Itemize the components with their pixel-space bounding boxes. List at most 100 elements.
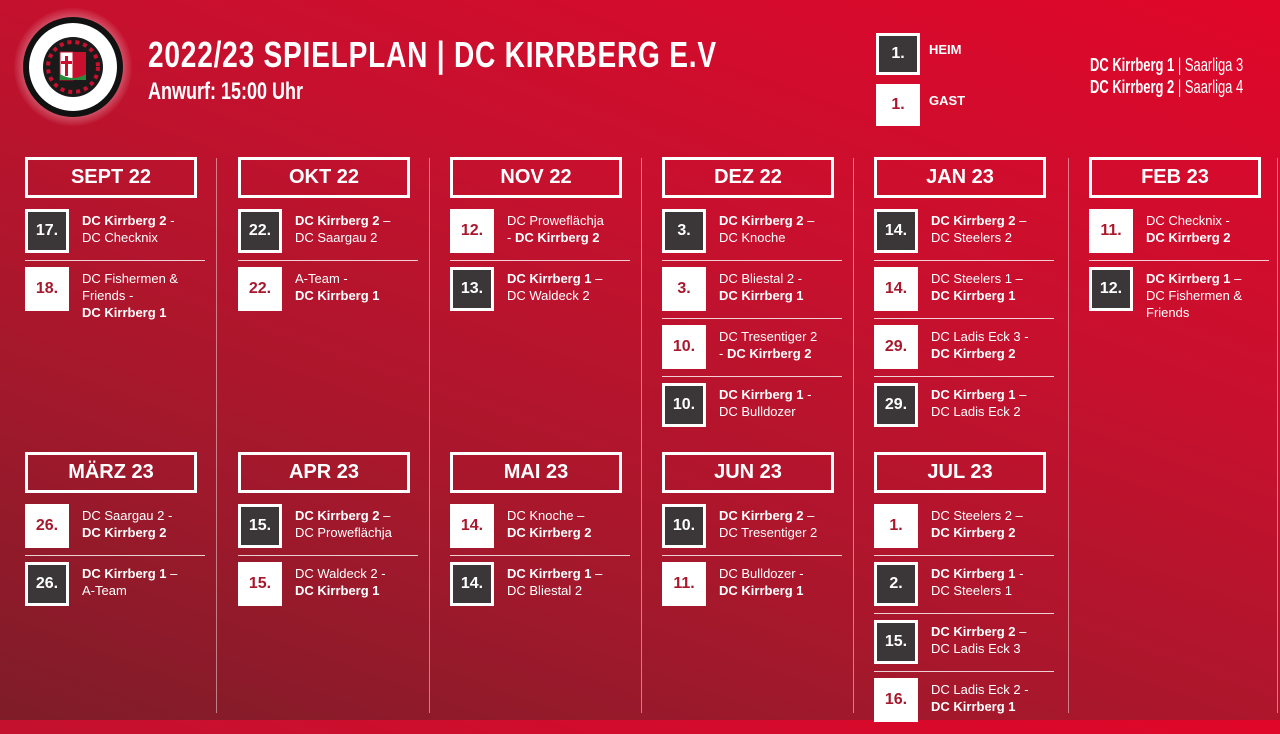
match-item: 14. DC Knoche – DC Kirrberg 2 — [450, 503, 630, 556]
column-divider — [429, 158, 430, 713]
month-header: JUL 23 — [874, 452, 1046, 493]
match-item: 11. DC Checknix - DC Kirrberg 2 — [1089, 208, 1269, 261]
kirrberg-team: DC Kirrberg 2 — [931, 346, 1016, 361]
team-text: Friends — [1146, 305, 1190, 320]
month-column: JUL 23 1. DC Steelers 2 – DC Kirrberg 2 2. DC… — [874, 452, 1054, 734]
legend-away: 1. GAST — [876, 84, 965, 126]
kirrberg-team: DC Kirrberg 1 — [82, 566, 167, 581]
match-line: DC Steelers 1 — [931, 582, 1023, 599]
home-date-box: 13. — [450, 267, 494, 311]
match-teams: DC Kirrberg 1 - DC Bulldozer — [719, 386, 811, 420]
match-item: 13. DC Kirrberg 1 – DC Waldeck 2 — [450, 266, 630, 318]
match-teams: DC Knoche – DC Kirrberg 2 — [507, 507, 592, 541]
match-line: DC Kirrberg 2 – — [295, 212, 390, 229]
match-teams: DC Steelers 2 – DC Kirrberg 2 — [931, 507, 1023, 541]
away-date-box: 16. — [874, 678, 918, 722]
team-entry: DC Kirrberg 1 | Saarliga 3 — [1090, 54, 1243, 76]
column-divider — [216, 158, 217, 713]
team-text: – — [803, 213, 815, 228]
match-teams: DC Kirrberg 1 – DC Waldeck 2 — [507, 270, 602, 304]
match-item: 2. DC Kirrberg 1 - DC Steelers 1 — [874, 561, 1054, 614]
match-item: 16. DC Ladis Eck 2 - DC Kirrberg 1 — [874, 677, 1054, 729]
team-text: DC Ladis Eck 3 - — [931, 329, 1029, 344]
kirrberg-team: DC Kirrberg 1 — [295, 288, 380, 303]
match-item: 15. DC Waldeck 2 - DC Kirrberg 1 — [238, 561, 418, 613]
legend-home-label: HEIM — [929, 41, 962, 57]
match-item: 15. DC Kirrberg 2 – DC Proweflächja — [238, 503, 418, 556]
match-item: 14. DC Steelers 1 – DC Kirrberg 1 — [874, 266, 1054, 319]
match-line: DC Kirrberg 2 — [507, 524, 592, 541]
away-date-box: 10. — [662, 325, 706, 369]
kirrberg-team: DC Kirrberg 2 — [507, 525, 592, 540]
team-text: – — [379, 508, 391, 523]
match-line: DC Kirrberg 1 - — [931, 565, 1023, 582]
column-divider — [1068, 158, 1069, 713]
month-header: SEPT 22 — [25, 157, 197, 198]
page-title: 2022/23 SPIELPLAN | DC KIRRBERG E.V — [148, 34, 717, 75]
home-date-box: 22. — [238, 209, 282, 253]
match-item: 15. DC Kirrberg 2 – DC Ladis Eck 3 — [874, 619, 1054, 672]
match-line: DC Kirrberg 1 — [931, 698, 1029, 715]
away-date-box: 12. — [450, 209, 494, 253]
month-header: MAI 23 — [450, 452, 622, 493]
team-text: DC Checknix - — [1146, 213, 1230, 228]
team-text: DC Proweflächja — [295, 525, 392, 540]
match-line: DC Fishermen & — [1146, 287, 1242, 304]
team-text: – — [1015, 213, 1027, 228]
match-item: 3. DC Bliestal 2 - DC Kirrberg 1 — [662, 266, 842, 319]
match-item: 3. DC Kirrberg 2 – DC Knoche — [662, 208, 842, 261]
match-teams: DC Saargau 2 - DC Kirrberg 2 — [82, 507, 172, 541]
team-text: DC Steelers 1 — [931, 583, 1012, 598]
match-teams: DC Fishermen & Friends - DC Kirrberg 1 — [82, 270, 178, 321]
match-line: DC Kirrberg 2 – — [931, 212, 1026, 229]
kickoff-time: Anwurf: 15:00 Uhr — [148, 78, 304, 105]
away-date-box: 18. — [25, 267, 69, 311]
match-teams: DC Waldeck 2 - DC Kirrberg 1 — [295, 565, 386, 599]
match-line: Friends - — [82, 287, 178, 304]
team-text: DC Tresentiger 2 — [719, 329, 818, 344]
kirrberg-team: DC Kirrberg 2 — [931, 525, 1016, 540]
home-date-box: 10. — [662, 504, 706, 548]
away-date-box: 26. — [25, 504, 69, 548]
kirrberg-team: DC Kirrberg 2 — [719, 508, 804, 523]
team-text: DC Waldeck 2 - — [295, 566, 386, 581]
team-text: - — [803, 387, 812, 402]
match-line: DC Kirrberg 1 — [719, 287, 804, 304]
team-text: DC Bliestal 2 - — [719, 271, 803, 286]
home-date-box: 2. — [874, 562, 918, 606]
column-divider — [641, 158, 642, 713]
month-column: APR 23 15. DC Kirrberg 2 – DC Proweflächja 1… — [238, 452, 418, 618]
match-line: DC Kirrberg 1 – — [1146, 270, 1242, 287]
home-date-box: 29. — [874, 383, 918, 427]
match-teams: DC Steelers 1 – DC Kirrberg 1 — [931, 270, 1023, 304]
match-line: DC Proweflächja — [295, 524, 392, 541]
match-teams: DC Kirrberg 1 – DC Fishermen & Friends — [1146, 270, 1242, 321]
team-text: DC Bliestal 2 — [507, 583, 583, 598]
team-text: - — [719, 346, 727, 361]
team-text: - — [166, 213, 175, 228]
match-item: 12. DC Proweflächja - DC Kirrberg 2 — [450, 208, 630, 261]
kirrberg-team: DC Kirrberg 1 — [295, 583, 380, 598]
home-date-box: 15. — [238, 504, 282, 548]
column-divider — [1277, 158, 1278, 713]
kirrberg-team: DC Kirrberg 2 — [931, 213, 1016, 228]
match-teams: DC Kirrberg 2 – DC Ladis Eck 3 — [931, 623, 1026, 657]
away-date-box: 1. — [874, 504, 918, 548]
team-text: – — [591, 271, 603, 286]
home-date-box: 12. — [1089, 267, 1133, 311]
month-column: DEZ 22 3. DC Kirrberg 2 – DC Knoche 3. DC Bli… — [662, 157, 842, 439]
match-line: DC Ladis Eck 2 - — [931, 681, 1029, 698]
match-line: DC Kirrberg 1 - — [719, 386, 811, 403]
kirrberg-team: DC Kirrberg 2 — [82, 525, 167, 540]
match-line: DC Checknix - — [1146, 212, 1231, 229]
match-item: 29. DC Kirrberg 1 – DC Ladis Eck 2 — [874, 382, 1054, 434]
team-text: – — [1230, 271, 1242, 286]
team-text: - — [507, 230, 515, 245]
match-line: DC Saargau 2 — [295, 229, 390, 246]
team-text: A-Team - — [295, 271, 348, 286]
match-item: 10. DC Tresentiger 2- DC Kirrberg 2 — [662, 324, 842, 377]
away-date-box: 15. — [238, 562, 282, 606]
match-teams: DC Kirrberg 2 - DC Checknix — [82, 212, 174, 246]
team-text: DC Tresentiger 2 — [719, 525, 818, 540]
home-date-box: 14. — [874, 209, 918, 253]
